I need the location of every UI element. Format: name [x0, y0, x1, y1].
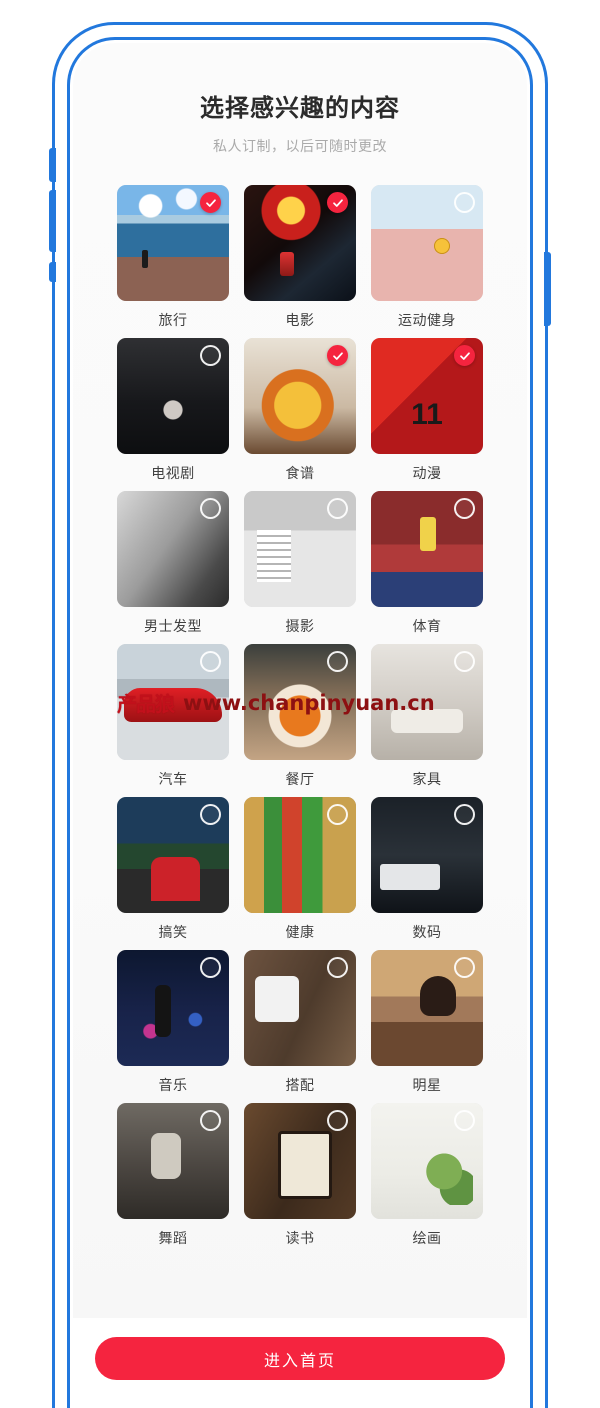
interest-thumbnail[interactable]: [117, 950, 229, 1066]
interest-label: 绘画: [412, 1230, 442, 1246]
interest-thumbnail[interactable]: [244, 797, 356, 913]
interest-label: 运动健身: [398, 312, 456, 328]
interest-cell[interactable]: 电视剧: [117, 338, 229, 483]
interest-label: 餐厅: [285, 771, 315, 787]
interest-cell[interactable]: 舞蹈: [117, 1103, 229, 1248]
interest-thumbnail[interactable]: [371, 950, 483, 1066]
empty-circle-icon[interactable]: [200, 498, 221, 519]
interest-cell[interactable]: 旅行: [117, 185, 229, 330]
empty-circle-icon[interactable]: [200, 651, 221, 672]
phone-screen: 选择感兴趣的内容 私人订制，以后可随时更改 旅行 电影 运动健身电视剧 食谱 动漫男士发…: [73, 43, 527, 1408]
interest-cell[interactable]: 家具: [371, 644, 483, 789]
interest-cell[interactable]: 数码: [371, 797, 483, 942]
interest-cell[interactable]: 运动健身: [371, 185, 483, 330]
interest-cell[interactable]: 电影: [244, 185, 356, 330]
page-subtitle: 私人订制，以后可随时更改: [213, 138, 387, 154]
content-card: 选择感兴趣的内容 私人订制，以后可随时更改 旅行 电影 运动健身电视剧 食谱 动漫男士发…: [73, 43, 527, 1318]
interest-thumbnail[interactable]: [244, 185, 356, 301]
interest-cell[interactable]: 搭配: [244, 950, 356, 1095]
empty-circle-icon[interactable]: [454, 192, 475, 213]
interest-thumbnail[interactable]: [371, 185, 483, 301]
interest-cell[interactable]: 体育: [371, 491, 483, 636]
interest-cell[interactable]: 动漫: [371, 338, 483, 483]
interest-label: 男士发型: [144, 618, 202, 634]
interest-cell[interactable]: 摄影: [244, 491, 356, 636]
interest-cell[interactable]: 明星: [371, 950, 483, 1095]
interest-thumbnail[interactable]: [244, 1103, 356, 1219]
interest-label: 动漫: [412, 465, 442, 481]
interest-thumbnail[interactable]: [371, 797, 483, 913]
interest-cell[interactable]: 读书: [244, 1103, 356, 1248]
empty-circle-icon[interactable]: [327, 1110, 348, 1131]
interest-label: 读书: [285, 1230, 315, 1246]
interest-label: 食谱: [285, 465, 315, 481]
interest-thumbnail[interactable]: [371, 1103, 483, 1219]
empty-circle-icon[interactable]: [327, 651, 348, 672]
interest-cell[interactable]: 绘画: [371, 1103, 483, 1248]
interest-thumbnail[interactable]: [244, 644, 356, 760]
interest-cell[interactable]: 食谱: [244, 338, 356, 483]
empty-circle-icon[interactable]: [327, 804, 348, 825]
interest-label: 旅行: [158, 312, 188, 328]
empty-circle-icon[interactable]: [327, 957, 348, 978]
enter-home-button[interactable]: 进入首页: [95, 1337, 505, 1380]
interest-label: 摄影: [285, 618, 315, 634]
interest-thumbnail[interactable]: [371, 338, 483, 454]
interest-cell[interactable]: 汽车: [117, 644, 229, 789]
empty-circle-icon[interactable]: [200, 1110, 221, 1131]
empty-circle-icon[interactable]: [454, 1110, 475, 1131]
interest-thumbnail[interactable]: [117, 1103, 229, 1219]
interest-label: 音乐: [158, 1077, 188, 1093]
header: 选择感兴趣的内容 私人订制，以后可随时更改: [73, 43, 527, 156]
interest-label: 舞蹈: [158, 1230, 188, 1246]
empty-circle-icon[interactable]: [200, 957, 221, 978]
interest-thumbnail[interactable]: [371, 644, 483, 760]
interest-thumbnail[interactable]: [244, 491, 356, 607]
interest-cell[interactable]: 音乐: [117, 950, 229, 1095]
volume-up-button[interactable]: [49, 148, 56, 182]
interest-thumbnail[interactable]: [117, 185, 229, 301]
interest-thumbnail[interactable]: [117, 644, 229, 760]
interest-grid: 旅行 电影 运动健身电视剧 食谱 动漫男士发型 摄影 体育汽车 餐厅 家具搞笑 健康 数码音乐 搭配 明…: [117, 185, 483, 1248]
empty-circle-icon[interactable]: [200, 804, 221, 825]
interest-label: 搞笑: [158, 924, 188, 940]
interest-label: 健康: [285, 924, 315, 940]
footer-bar: 进入首页: [73, 1318, 527, 1408]
interest-cell[interactable]: 餐厅: [244, 644, 356, 789]
interest-thumbnail[interactable]: [371, 491, 483, 607]
interest-label: 电影: [285, 312, 315, 328]
empty-circle-icon[interactable]: [454, 651, 475, 672]
interest-label: 汽车: [158, 771, 188, 787]
interest-label: 家具: [412, 771, 442, 787]
check-circle-icon[interactable]: [327, 192, 348, 213]
page-title: 选择感兴趣的内容: [200, 95, 400, 122]
interest-label: 数码: [412, 924, 442, 940]
empty-circle-icon[interactable]: [200, 345, 221, 366]
interest-label: 搭配: [285, 1077, 315, 1093]
interest-thumbnail[interactable]: [117, 797, 229, 913]
empty-circle-icon[interactable]: [454, 957, 475, 978]
interest-cell[interactable]: 男士发型: [117, 491, 229, 636]
check-circle-icon[interactable]: [327, 345, 348, 366]
interest-cell[interactable]: 搞笑: [117, 797, 229, 942]
interest-thumbnail[interactable]: [117, 338, 229, 454]
volume-down-button[interactable]: [49, 190, 56, 252]
empty-circle-icon[interactable]: [327, 498, 348, 519]
interest-cell[interactable]: 健康: [244, 797, 356, 942]
interest-thumbnail[interactable]: [117, 491, 229, 607]
empty-circle-icon[interactable]: [454, 498, 475, 519]
interest-thumbnail[interactable]: [244, 338, 356, 454]
check-circle-icon[interactable]: [454, 345, 475, 366]
interest-label: 电视剧: [151, 465, 195, 481]
interest-label: 明星: [412, 1077, 442, 1093]
empty-circle-icon[interactable]: [454, 804, 475, 825]
mute-switch-button[interactable]: [49, 262, 56, 282]
screenshot-root: 选择感兴趣的内容 私人订制，以后可随时更改 旅行 电影 运动健身电视剧 食谱 动漫男士发…: [0, 0, 600, 1408]
power-button[interactable]: [544, 252, 551, 326]
interest-thumbnail[interactable]: [244, 950, 356, 1066]
interest-label: 体育: [412, 618, 442, 634]
check-circle-icon[interactable]: [200, 192, 221, 213]
